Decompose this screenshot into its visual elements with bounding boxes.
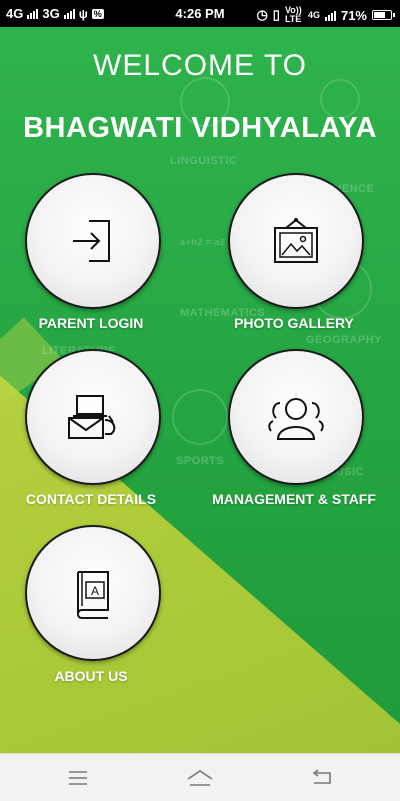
- login-arrow-icon: [73, 220, 110, 262]
- doodle-text: a+b2 = a2: [180, 237, 226, 247]
- menu-icon: [69, 770, 87, 785]
- home-screen: LINGUISTIC SCIENCE MATHEMATICS GEOGRAPHY…: [0, 27, 400, 753]
- status-bar: 4G 3G ψ % 4:26 PM ◷ ▯ Vo)) LTE 4G 71%: [0, 0, 400, 27]
- welcome-heading: WELCOME TO: [93, 49, 307, 82]
- svg-text:A: A: [91, 584, 99, 598]
- contact-details-label[interactable]: CONTACT DETAILS: [11, 491, 171, 507]
- about-us-label[interactable]: ABOUT US: [25, 668, 157, 684]
- battery-percent: 71%: [340, 7, 367, 23]
- contact-details-button[interactable]: [25, 349, 161, 485]
- mail-laptop-icon: [68, 395, 116, 439]
- vibrate-icon: ▯: [272, 7, 280, 22]
- picture-frame-icon: [274, 218, 318, 263]
- management-staff-label[interactable]: MANAGEMENT & STAFF: [199, 491, 389, 507]
- network-type-3: 4G: [307, 9, 320, 20]
- signal-icon-3: [324, 10, 336, 21]
- doodle-text: LINGUISTIC: [170, 155, 238, 167]
- back-button[interactable]: [291, 754, 351, 801]
- management-staff-button[interactable]: [228, 349, 364, 485]
- navigation-bar: [0, 753, 400, 801]
- home-button[interactable]: [170, 754, 230, 801]
- doodle-text: SPORTS: [176, 455, 225, 467]
- menu-button[interactable]: [48, 754, 108, 801]
- alarm-icon: ◷: [256, 7, 268, 22]
- parent-login-label[interactable]: PARENT LOGIN: [25, 315, 157, 331]
- about-us-button[interactable]: A: [25, 525, 161, 661]
- people-group-icon: [268, 398, 324, 440]
- home-icon: [187, 769, 213, 786]
- status-right: ◷ ▯ Vo)) LTE 4G 71%: [256, 5, 395, 24]
- photo-gallery-button[interactable]: [228, 173, 364, 309]
- school-name-heading: BHAGWATI VIDHYALAYA: [23, 112, 377, 144]
- back-icon: [312, 768, 331, 784]
- photo-gallery-label[interactable]: PHOTO GALLERY: [228, 315, 360, 331]
- book-icon: A: [76, 571, 109, 619]
- doodle-text: GEOGRAPHY: [306, 334, 383, 346]
- doodle-circle: [172, 389, 228, 445]
- battery-icon: [372, 10, 395, 20]
- parent-login-button[interactable]: [25, 173, 161, 309]
- volte-label: Vo)) LTE: [284, 5, 302, 24]
